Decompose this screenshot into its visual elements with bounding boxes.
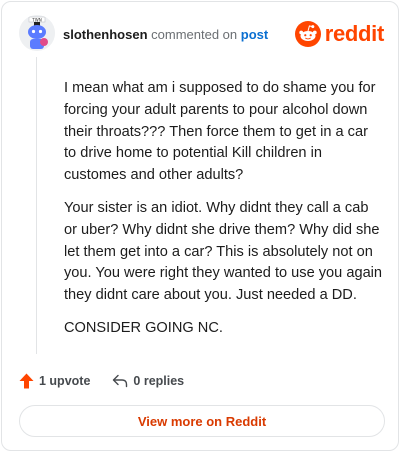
comment-paragraph: I mean what am i supposed to do shame yo…: [64, 80, 376, 184]
action-text: commented on: [151, 27, 238, 42]
reply-arrow-icon: [113, 374, 128, 388]
comment-byline: slothenhosen commented on post: [63, 27, 268, 43]
comment-paragraph: CONSIDER GOING NC.: [64, 319, 223, 336]
upvote-button[interactable]: 1 upvote: [19, 373, 90, 389]
comment-embed-card: TWN slothenhosen commented on post reddi…: [1, 1, 399, 451]
upvote-count: 1 upvote: [39, 374, 91, 388]
snoo-avatar-icon[interactable]: TWN: [19, 15, 55, 51]
view-more-button[interactable]: View more on Reddit: [19, 405, 385, 437]
username-link[interactable]: slothenhosen: [63, 27, 148, 42]
comment-body: I mean what am i supposed to do shame yo…: [64, 78, 384, 351]
upvote-arrow-icon: [19, 373, 34, 389]
replies-button[interactable]: 0 replies: [112, 374, 184, 388]
comment-header: TWN slothenhosen commented on post reddi…: [19, 15, 384, 55]
thread-line: [36, 57, 37, 354]
reddit-logo[interactable]: reddit: [294, 21, 385, 47]
comment-actions: 1 upvote 0 replies: [19, 371, 206, 391]
reddit-wordmark: reddit: [324, 21, 385, 46]
reply-count: 0 replies: [133, 374, 185, 388]
svg-text:TWN: TWN: [31, 17, 41, 22]
reddit-snoo-logo-icon: [294, 21, 321, 47]
comment-paragraph: Your sister is an idiot. Why didnt they …: [64, 199, 383, 304]
post-link[interactable]: post: [241, 27, 268, 42]
